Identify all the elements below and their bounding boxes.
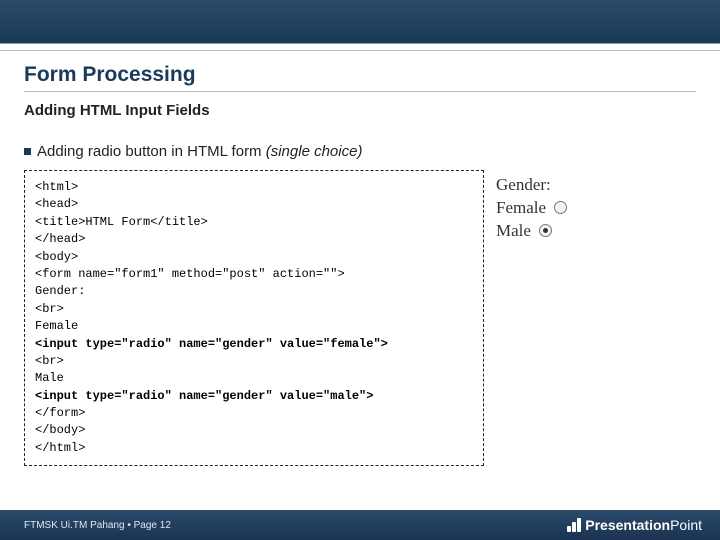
code-line-bold: <input type="radio" name="gender" value=… (35, 337, 388, 351)
code-box: <html> <head> <title>HTML Form</title> <… (24, 170, 484, 466)
bullet-text-italic: (single choice) (266, 143, 363, 160)
title-underline (24, 91, 696, 92)
preview-option-text: Male (496, 221, 531, 240)
logo-text: PresentationPoint (585, 517, 702, 533)
slide-content: Form Processing Adding HTML Input Fields… (0, 51, 720, 466)
code-line: <html> (35, 180, 78, 194)
top-bar (0, 0, 720, 44)
code-line: <br> (35, 302, 64, 316)
bullet-text: Adding radio button in HTML form (37, 143, 266, 160)
bullet-line: Adding radio button in HTML form (single… (24, 143, 696, 160)
content-row: <html> <head> <title>HTML Form</title> <… (24, 170, 696, 466)
render-preview: Gender: Female Male (496, 170, 567, 243)
code-line-bold: <input type="radio" name="gender" value=… (35, 389, 373, 403)
code-line: <br> (35, 354, 64, 368)
preview-option-text: Female (496, 198, 546, 217)
preview-option-female: Female (496, 197, 567, 220)
preview-option-male: Male (496, 220, 567, 243)
footer-bar: FTMSK Ui.TM Pahang • Page 12 Presentatio… (0, 510, 720, 540)
footer-text: FTMSK Ui.TM Pahang • Page 12 (24, 520, 171, 531)
code-line: Gender: (35, 284, 85, 298)
code-line: </html> (35, 441, 85, 455)
code-line: <body> (35, 250, 78, 264)
code-line: Male (35, 371, 64, 385)
code-line: </head> (35, 232, 85, 246)
code-line: <title>HTML Form</title> (35, 215, 208, 229)
code-line: <head> (35, 197, 78, 211)
code-line: Female (35, 319, 78, 333)
logo-mark-icon (567, 518, 581, 532)
slide-title: Form Processing (24, 63, 696, 87)
code-line: <form name="form1" method="post" action=… (35, 267, 345, 281)
logo-light: Point (670, 517, 702, 533)
radio-icon-selected[interactable] (539, 224, 552, 237)
code-line: </form> (35, 406, 85, 420)
logo-bold: Presentation (585, 517, 670, 533)
code-line: </body> (35, 423, 85, 437)
bullet-square-icon (24, 148, 31, 155)
radio-icon[interactable] (554, 201, 567, 214)
footer-logo: PresentationPoint (567, 517, 702, 533)
preview-label: Gender: (496, 174, 567, 197)
slide-subtitle: Adding HTML Input Fields (24, 102, 696, 119)
